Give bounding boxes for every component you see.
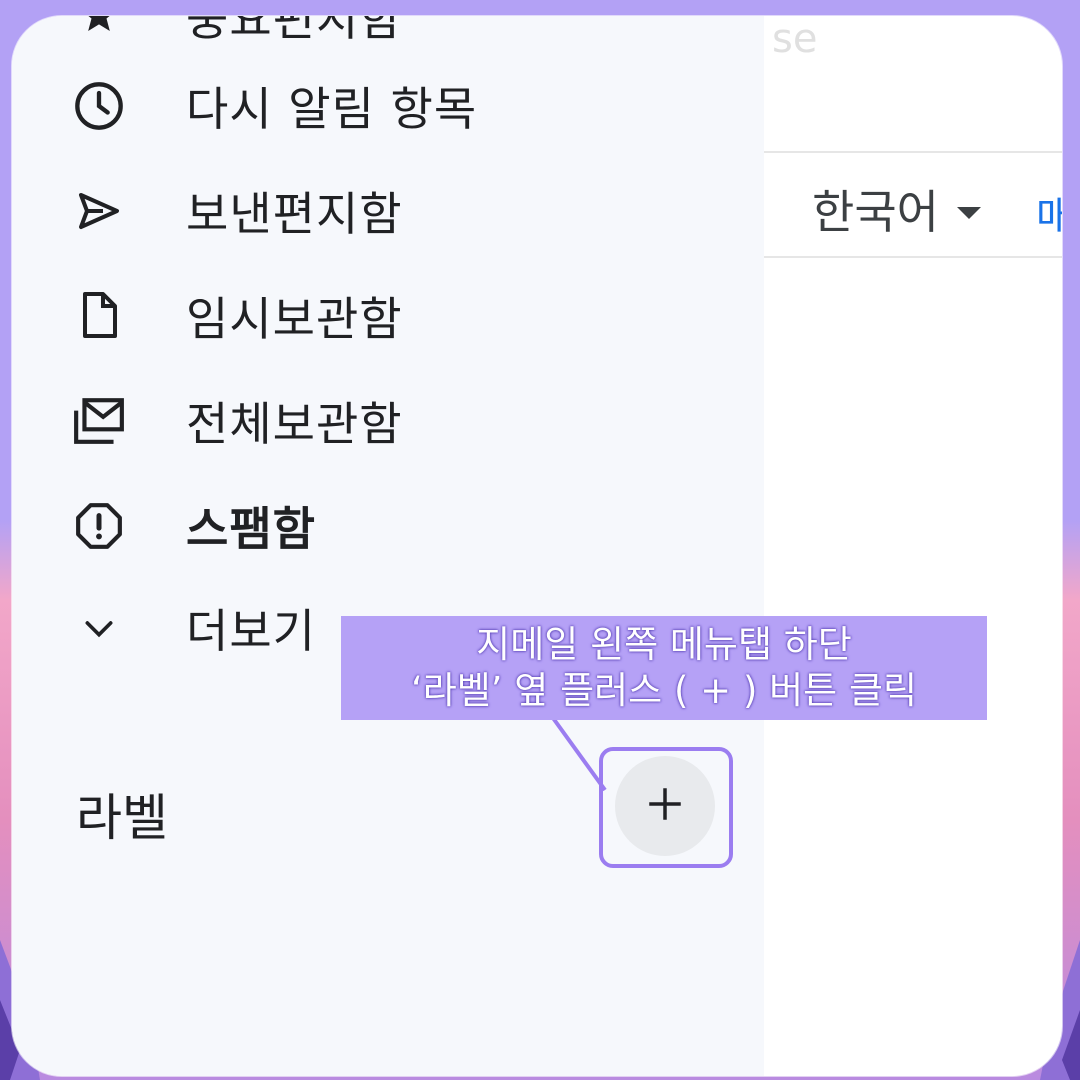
clock-icon [72,79,126,133]
sidebar-item-sent[interactable]: 보낸편지함 [12,171,764,251]
callout-line-2: ‘라벨’ 옆 플러스 ( + ) 버튼 클릭 [410,669,918,712]
language-selector[interactable]: 한국어 [812,176,981,242]
sidebar-item-all-mail[interactable]: 전체보관함 [12,381,764,461]
sidebar-item-spam[interactable]: 스팸함 [12,486,764,566]
spam-icon [72,499,126,553]
sidebar-item-label: 스팸함 [186,502,316,556]
sidebar-item-label: 임시보관함 [186,292,403,346]
sidebar: 중요편지함 다시 알림 항목 보낸편지함 임시보관함 전체보관함 스팸함 더보기… [12,16,764,1076]
sidebar-item-label: 중요편지함 [186,16,403,46]
caret-down-icon [956,207,981,219]
highlight-box [599,747,733,868]
sidebar-item-drafts[interactable]: 임시보관함 [12,276,764,356]
star-icon [72,16,126,43]
all-mail-icon [72,394,126,448]
sidebar-item-label: 다시 알림 항목 [186,82,478,136]
chevron-down-icon [72,601,126,655]
divider [764,256,1062,258]
instruction-callout: 지메일 왼쪽 메뉴탭 하단 ‘라벨’ 옆 플러스 ( + ) 버튼 클릭 [341,616,987,720]
next-link[interactable]: 매 [1036,184,1062,242]
sidebar-item-snoozed[interactable]: 다시 알림 항목 [12,66,764,146]
divider [764,151,1062,153]
draft-icon [72,289,126,343]
sidebar-item-label: 더보기 [186,604,316,658]
language-label: 한국어 [812,185,939,239]
labels-section-title: 라벨 [76,789,168,847]
gmail-window: se 한국어 매 중요편지함 다시 알림 항목 보낸편지함 임시보관함 전체보관… [12,16,1062,1076]
sidebar-item-label: 전체보관함 [186,397,403,451]
faint-header-text: se [772,16,818,62]
callout-line-1: 지메일 왼쪽 메뉴탭 하단 [476,623,852,666]
send-icon [72,184,126,238]
sidebar-item-label: 보낸편지함 [186,187,403,241]
sidebar-item-starred[interactable]: 중요편지함 [12,16,764,56]
